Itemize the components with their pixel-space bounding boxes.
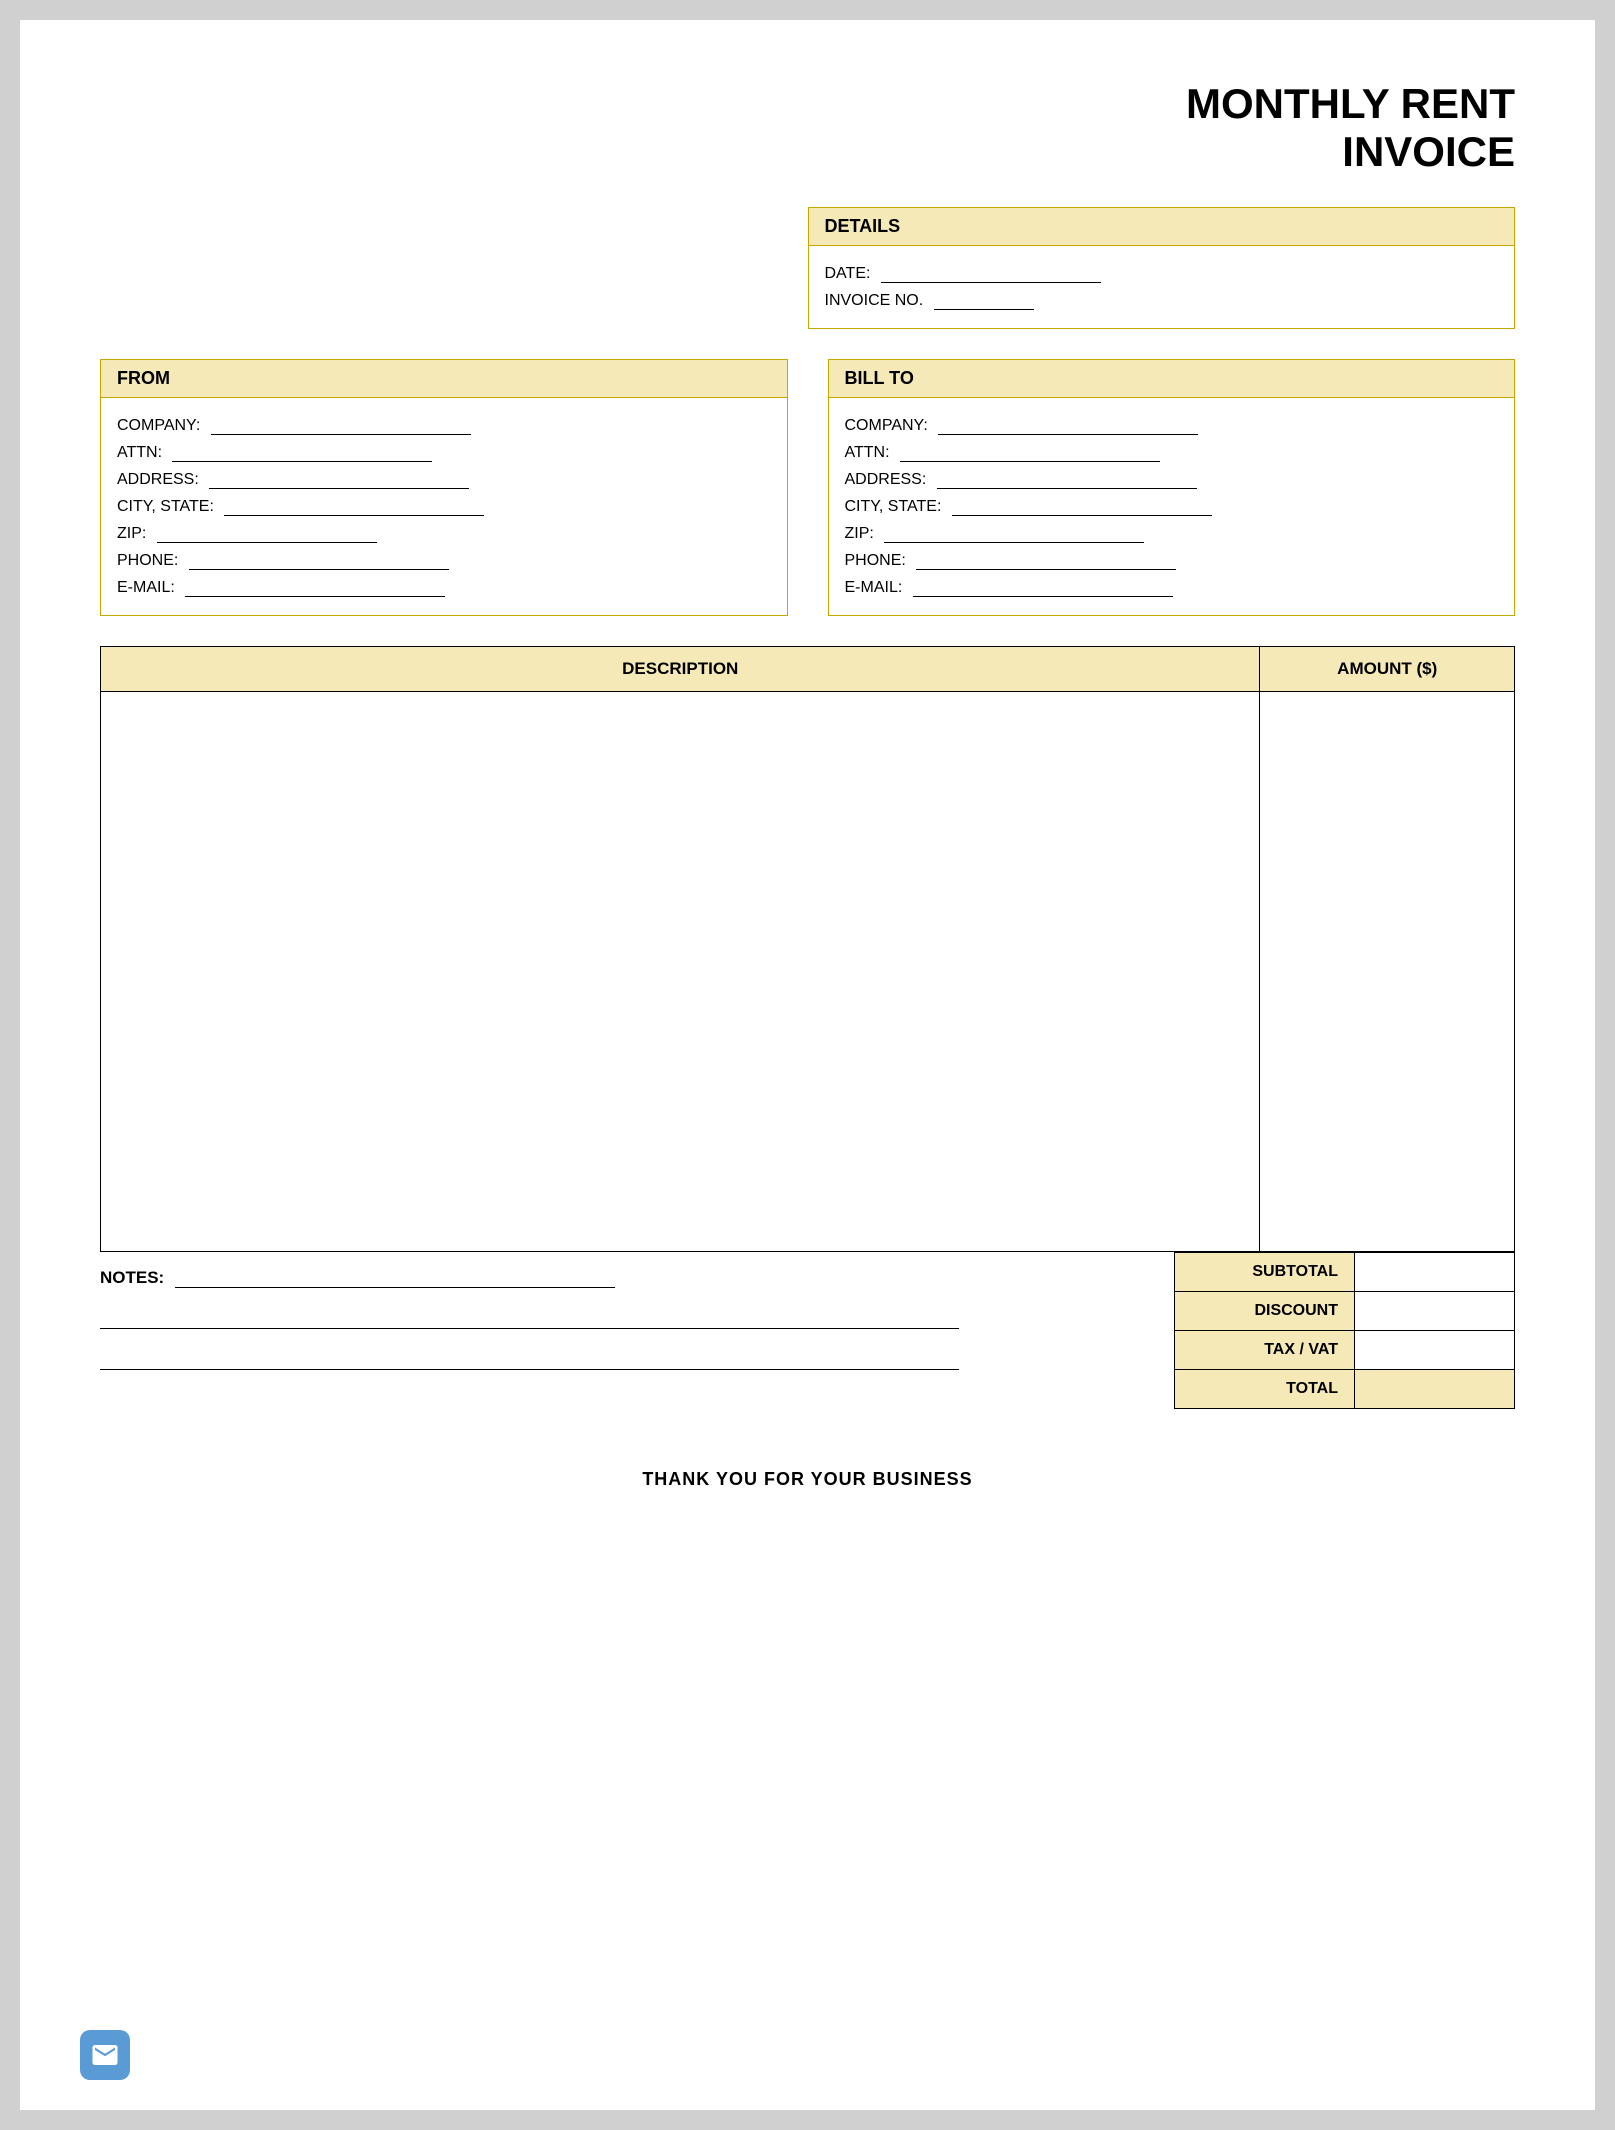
- invoice-no-field-row: INVOICE NO.: [825, 291, 1499, 310]
- from-address-label: ADDRESS:: [117, 471, 199, 488]
- subtotal-value[interactable]: [1355, 1252, 1515, 1291]
- billto-body: COMPANY: ATTN: ADDRESS: CITY, STATE: ZIP: [829, 398, 1515, 615]
- totals-table: SUBTOTAL DISCOUNT TAX / VAT TOTAL: [1174, 1252, 1515, 1409]
- details-body: DATE: INVOICE NO.: [808, 246, 1516, 329]
- total-row: TOTAL: [1175, 1369, 1515, 1408]
- from-email-label: E-MAIL:: [117, 579, 175, 596]
- from-address-row: ADDRESS:: [117, 470, 771, 489]
- from-zip-row: ZIP:: [117, 524, 771, 543]
- discount-label: DISCOUNT: [1175, 1291, 1355, 1330]
- total-label: TOTAL: [1175, 1369, 1355, 1408]
- billto-phone-value[interactable]: [916, 551, 1176, 570]
- from-address-value[interactable]: [209, 470, 469, 489]
- from-billto-section: FROM COMPANY: ATTN: ADDRESS: CITY, STATE…: [100, 359, 1515, 616]
- from-phone-value[interactable]: [189, 551, 449, 570]
- amount-cell[interactable]: [1260, 691, 1515, 1251]
- date-label: DATE:: [825, 265, 871, 282]
- date-line[interactable]: [881, 264, 1101, 283]
- discount-row: DISCOUNT: [1175, 1291, 1515, 1330]
- description-cell[interactable]: [101, 691, 1260, 1251]
- table-row: [101, 691, 1515, 1251]
- billto-company-label: COMPANY:: [845, 417, 928, 434]
- tax-vat-label: TAX / VAT: [1175, 1330, 1355, 1369]
- invoice-title: MONTHLY RENT INVOICE: [100, 80, 1515, 177]
- thank-you-text: THANK YOU FOR YOUR BUSINESS: [100, 1469, 1515, 1490]
- details-section: DETAILS DATE: INVOICE NO.: [808, 207, 1516, 329]
- subtotal-label: SUBTOTAL: [1175, 1252, 1355, 1291]
- from-header: FROM: [101, 360, 787, 398]
- bottom-app-icon: [80, 2030, 130, 2080]
- details-header: DETAILS: [808, 207, 1516, 246]
- billto-zip-label: ZIP:: [845, 525, 874, 542]
- description-col-header: DESCRIPTION: [101, 646, 1260, 691]
- from-company-label: COMPANY:: [117, 417, 200, 434]
- notes-label: NOTES:: [100, 1268, 164, 1287]
- app-icon-svg: [90, 2040, 120, 2070]
- billto-company-row: COMPANY:: [845, 416, 1499, 435]
- from-phone-label: PHONE:: [117, 552, 178, 569]
- from-email-value[interactable]: [185, 578, 445, 597]
- billto-email-label: E-MAIL:: [845, 579, 903, 596]
- billto-header: BILL TO: [829, 360, 1515, 398]
- from-section: FROM COMPANY: ATTN: ADDRESS: CITY, STATE…: [100, 359, 788, 616]
- from-zip-label: ZIP:: [117, 525, 146, 542]
- invoice-no-line[interactable]: [934, 291, 1034, 310]
- date-field-row: DATE:: [825, 264, 1499, 283]
- billto-email-value[interactable]: [913, 578, 1173, 597]
- notes-line-2[interactable]: [100, 1310, 959, 1329]
- from-attn-row: ATTN:: [117, 443, 771, 462]
- invoice-title-section: MONTHLY RENT INVOICE: [100, 80, 1515, 177]
- tax-vat-value[interactable]: [1355, 1330, 1515, 1369]
- billto-address-value[interactable]: [937, 470, 1197, 489]
- notes-line-3[interactable]: [100, 1351, 959, 1370]
- billto-address-label: ADDRESS:: [845, 471, 927, 488]
- from-attn-value[interactable]: [172, 443, 432, 462]
- billto-address-row: ADDRESS:: [845, 470, 1499, 489]
- from-body: COMPANY: ATTN: ADDRESS: CITY, STATE: ZIP: [101, 398, 787, 615]
- from-company-row: COMPANY:: [117, 416, 771, 435]
- billto-zip-row: ZIP:: [845, 524, 1499, 543]
- billto-phone-row: PHONE:: [845, 551, 1499, 570]
- tax-row: TAX / VAT: [1175, 1330, 1515, 1369]
- amount-col-header: AMOUNT ($): [1260, 646, 1515, 691]
- billto-attn-label: ATTN:: [845, 444, 890, 461]
- from-city-state-value[interactable]: [224, 497, 484, 516]
- total-value[interactable]: [1355, 1369, 1515, 1408]
- discount-value[interactable]: [1355, 1291, 1515, 1330]
- notes-line-1[interactable]: [175, 1269, 615, 1288]
- notes-row: NOTES:: [100, 1268, 1174, 1288]
- billto-attn-row: ATTN:: [845, 443, 1499, 462]
- from-email-row: E-MAIL:: [117, 578, 771, 597]
- billto-zip-value[interactable]: [884, 524, 1144, 543]
- billto-section: BILL TO COMPANY: ATTN: ADDRESS: CITY, ST…: [828, 359, 1516, 616]
- from-attn-label: ATTN:: [117, 444, 162, 461]
- billto-email-row: E-MAIL:: [845, 578, 1499, 597]
- from-company-value[interactable]: [211, 416, 471, 435]
- invoice-page: MONTHLY RENT INVOICE DETAILS DATE: INVOI…: [20, 20, 1595, 2110]
- notes-section: NOTES:: [100, 1252, 1174, 1409]
- billto-company-value[interactable]: [938, 416, 1198, 435]
- from-city-state-row: CITY, STATE:: [117, 497, 771, 516]
- billto-city-state-value[interactable]: [952, 497, 1212, 516]
- billto-attn-value[interactable]: [900, 443, 1160, 462]
- bottom-section: NOTES: SUBTOTAL DISCOUNT TAX / VAT: [100, 1252, 1515, 1409]
- subtotal-row: SUBTOTAL: [1175, 1252, 1515, 1291]
- billto-city-state-row: CITY, STATE:: [845, 497, 1499, 516]
- description-table: DESCRIPTION AMOUNT ($): [100, 646, 1515, 1252]
- invoice-no-label: INVOICE NO.: [825, 292, 924, 309]
- billto-city-state-label: CITY, STATE:: [845, 498, 942, 515]
- from-phone-row: PHONE:: [117, 551, 771, 570]
- billto-phone-label: PHONE:: [845, 552, 906, 569]
- from-zip-value[interactable]: [157, 524, 377, 543]
- from-city-state-label: CITY, STATE:: [117, 498, 214, 515]
